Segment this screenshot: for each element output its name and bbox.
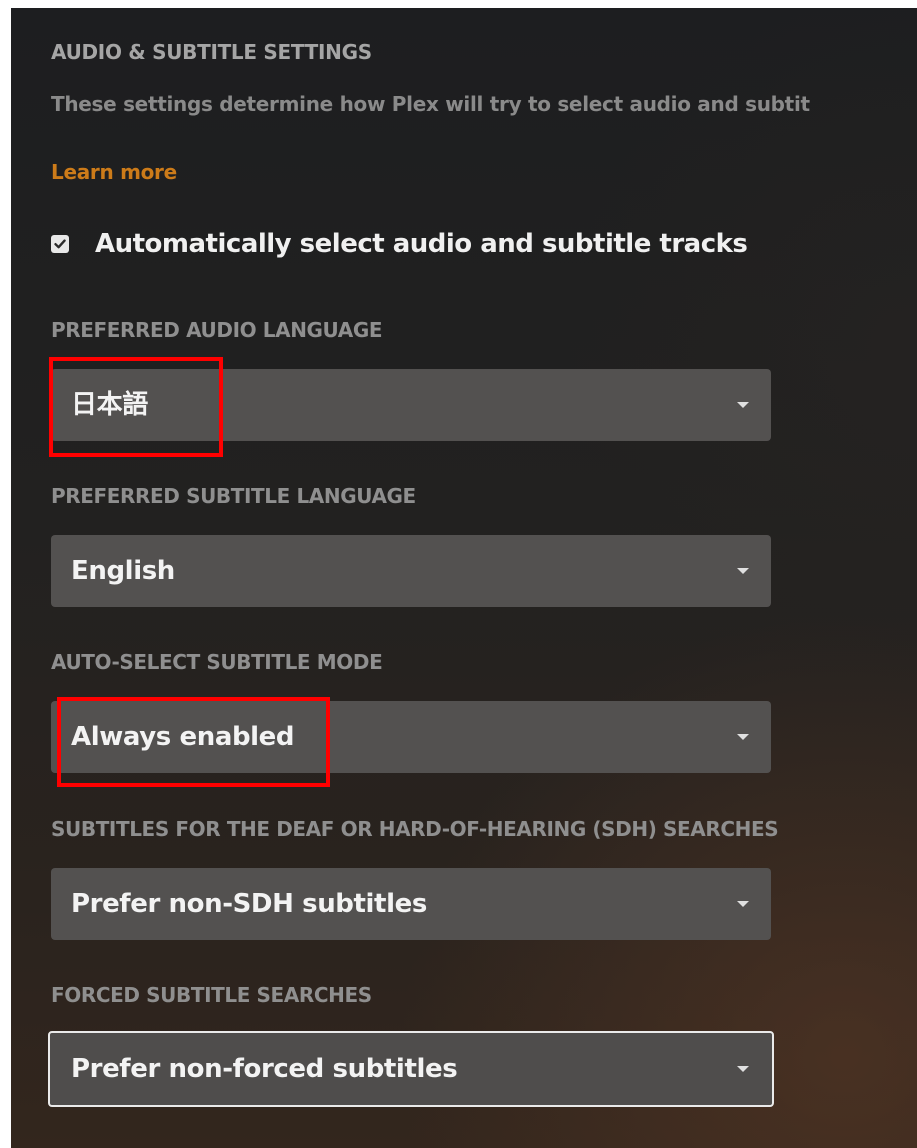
- auto-select-tracks-label: Automatically select audio and subtitle …: [95, 229, 748, 259]
- forced-searches-value: Prefer non-forced subtitles: [71, 1054, 458, 1084]
- learn-more-link[interactable]: Learn more: [51, 160, 177, 184]
- chevron-down-icon: [737, 901, 749, 907]
- section-title: AUDIO & SUBTITLE SETTINGS: [51, 40, 372, 64]
- chevron-down-icon: [737, 1066, 749, 1072]
- subtitle-mode-value: Always enabled: [71, 722, 295, 752]
- audio-language-label: PREFERRED AUDIO LANGUAGE: [51, 318, 383, 342]
- subtitle-mode-label: AUTO-SELECT SUBTITLE MODE: [51, 650, 383, 674]
- chevron-down-icon: [737, 734, 749, 740]
- sdh-searches-select[interactable]: Prefer non-SDH subtitles: [51, 868, 771, 940]
- auto-select-tracks-checkbox[interactable]: [51, 235, 69, 253]
- section-description: These settings determine how Plex will t…: [51, 92, 810, 116]
- subtitle-mode-select[interactable]: Always enabled: [51, 701, 771, 773]
- subtitle-language-label: PREFERRED SUBTITLE LANGUAGE: [51, 484, 416, 508]
- subtitle-language-select[interactable]: English: [51, 535, 771, 607]
- chevron-down-icon: [737, 568, 749, 574]
- forced-searches-label: FORCED SUBTITLE SEARCHES: [51, 983, 372, 1007]
- sdh-searches-label: SUBTITLES FOR THE DEAF OR HARD-OF-HEARIN…: [51, 817, 779, 841]
- sdh-searches-value: Prefer non-SDH subtitles: [71, 889, 427, 919]
- auto-select-tracks-row[interactable]: Automatically select audio and subtitle …: [51, 226, 748, 262]
- chevron-down-icon: [737, 402, 749, 408]
- audio-language-select[interactable]: 日本語: [51, 369, 771, 441]
- forced-searches-select[interactable]: Prefer non-forced subtitles: [48, 1031, 774, 1107]
- audio-language-value: 日本語: [71, 390, 148, 420]
- subtitle-language-value: English: [71, 556, 175, 586]
- checkmark-icon: [54, 239, 66, 249]
